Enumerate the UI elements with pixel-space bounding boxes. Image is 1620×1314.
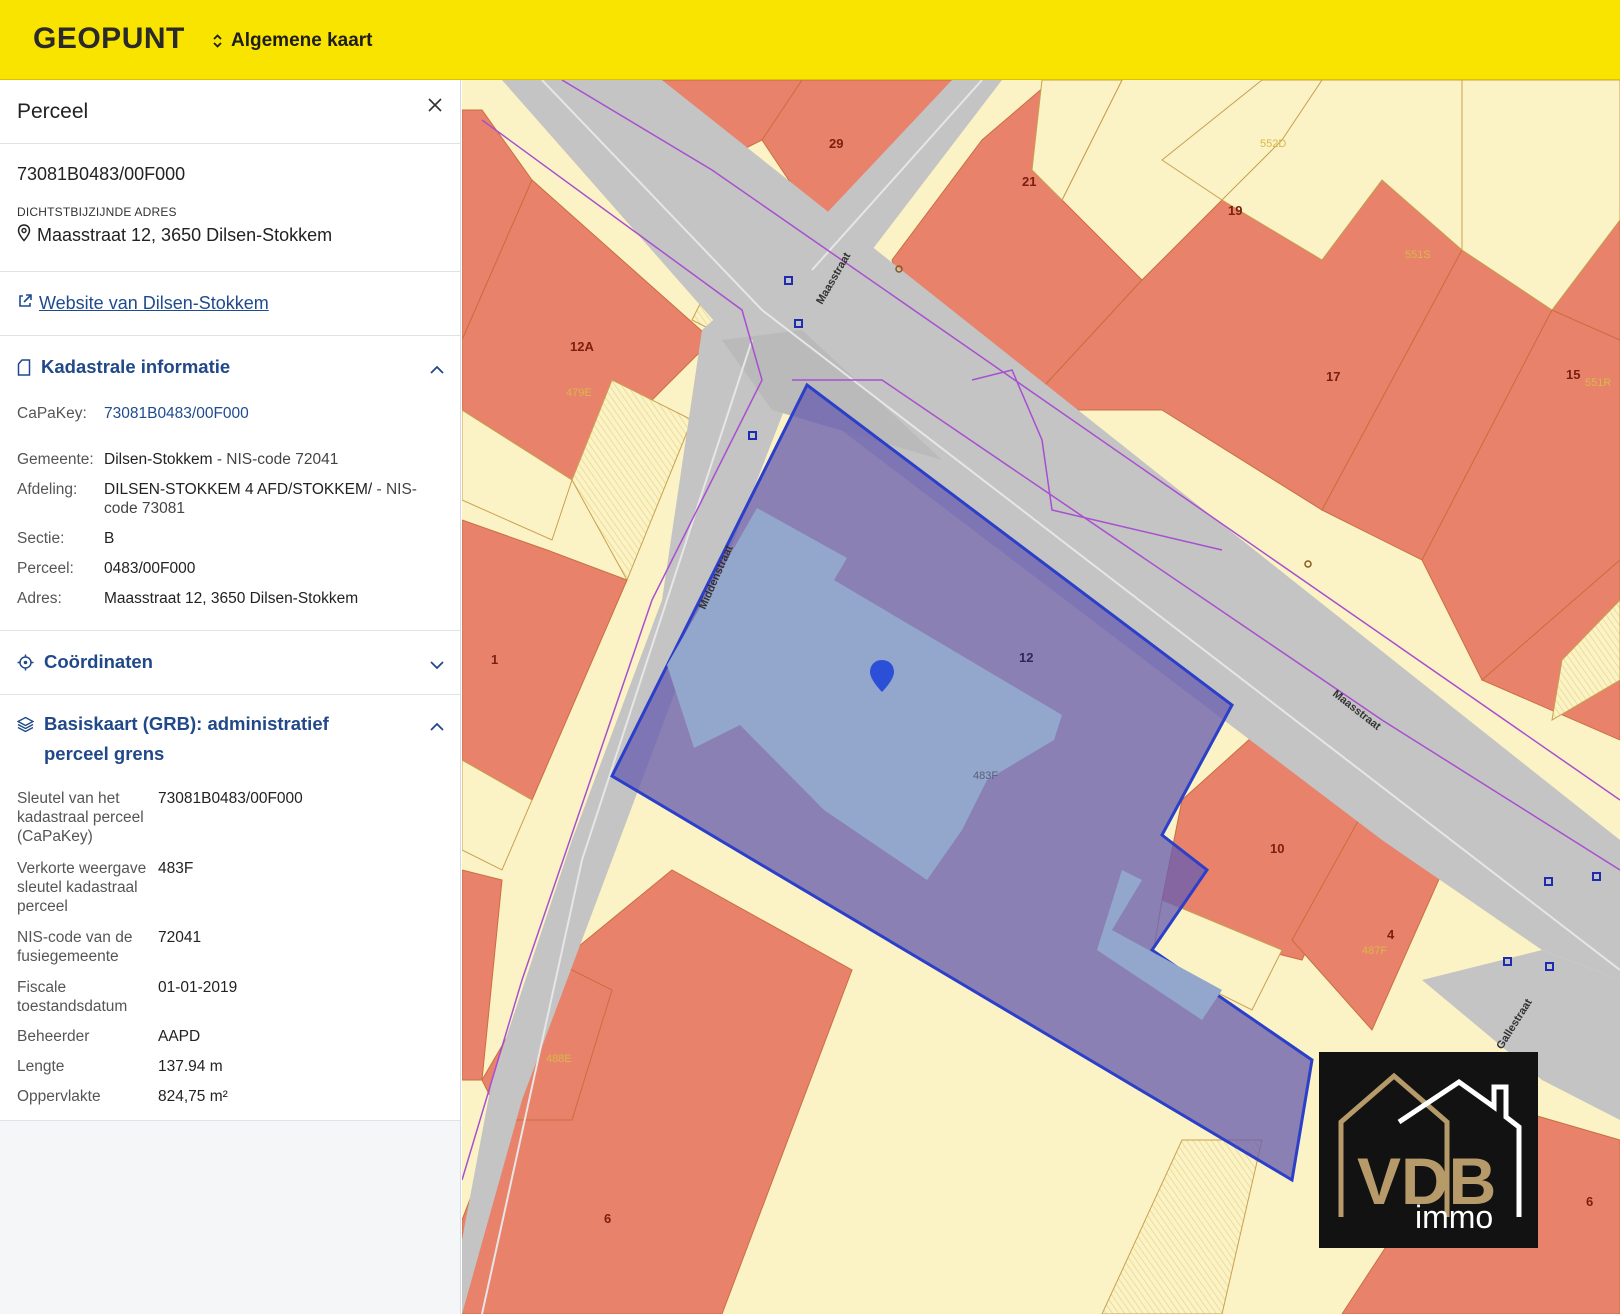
grb-row-label: Oppervlakte (17, 1088, 101, 1105)
parcel-code: 488E (546, 1053, 572, 1065)
capakey-link[interactable]: 73081B0483/00F000 (104, 404, 443, 423)
gemeente-value: Dilsen-Stokkem (104, 451, 213, 468)
chevron-down-icon[interactable] (430, 657, 444, 675)
house-number: 4 (1387, 927, 1395, 942)
grb-row: Fiscale toestandsdatum 01-01-2019 (0, 978, 460, 1016)
parcel-id: 73081B0483/00F000 (17, 164, 186, 184)
layers-icon (16, 716, 35, 738)
website-section: Website van Dilsen-Stokkem (0, 272, 460, 336)
external-link-icon (17, 293, 33, 314)
adres-label: Adres: (17, 590, 62, 607)
grb-header[interactable]: Basiskaart (GRB): administratief perceel… (0, 709, 460, 769)
close-icon[interactable] (422, 92, 448, 118)
afdeling-value: DILSEN-STOKKEM 4 AFD/STOKKEM/ (104, 481, 373, 498)
perceel-row: Perceel: 0483/00F000 (0, 559, 460, 578)
kadastrale-header[interactable]: Kadastrale informatie (0, 352, 460, 382)
gemeente-label: Gemeente: (17, 451, 94, 468)
logo-sub: immo (1415, 1199, 1493, 1235)
capakey-label: CaPaKey: (17, 405, 87, 422)
house-number: 6 (604, 1211, 611, 1226)
coordinaten-header[interactable]: Coördinaten (0, 647, 460, 677)
parcel-panel: Perceel 73081B0483/00F000 DICHTSTBIJZIJN… (0, 80, 460, 1121)
parcel-summary: 73081B0483/00F000 DICHTSTBIJZIJNDE ADRES… (0, 144, 460, 272)
sectie-label: Sectie: (17, 530, 65, 547)
house-number: 21 (1022, 174, 1036, 189)
grb-row-value: 01-01-2019 (158, 979, 238, 996)
vdb-immo-logo: VDB immo (1319, 1052, 1538, 1248)
parcel-code: 552D (1260, 138, 1286, 150)
parcel-code: 479E (566, 387, 592, 399)
grb-row: Lengte 137.94 m (0, 1057, 460, 1076)
adres-value: Maasstraat 12, 3650 Dilsen-Stokkem (104, 590, 359, 607)
house-number: 19 (1228, 203, 1242, 218)
coordinaten-title: Coördinaten (44, 651, 153, 672)
map-selector-label: Algemene kaart (231, 30, 373, 51)
house-number: 29 (829, 136, 843, 151)
chevron-up-icon[interactable] (430, 718, 444, 736)
house-number: 6 (1586, 1194, 1593, 1209)
grb-title: Basiskaart (GRB): administratief perceel… (44, 713, 329, 764)
app-logo[interactable]: GEOPUNT (33, 22, 185, 56)
grb-attribute-list: Sleutel van het kadastraal perceel (CaPa… (0, 789, 460, 1106)
grb-row: Oppervlakte 824,75 m² (0, 1087, 460, 1106)
kadastrale-section: Kadastrale informatie CaPaKey: 73081B048… (0, 336, 460, 631)
sectie-value: B (104, 530, 115, 547)
grb-row: Sleutel van het kadastraal perceel (CaPa… (0, 789, 460, 846)
house-number: 12 (1019, 650, 1033, 665)
gemeente-row: Gemeente: Dilsen-Stokkem - NIS-code 7204… (0, 450, 460, 469)
parcel-code: 551R (1585, 377, 1611, 389)
afdeling-row: Afdeling: DILSEN-STOKKEM 4 AFD/STOKKEM/ … (0, 480, 460, 518)
perceel-value: 0483/00F000 (104, 560, 196, 577)
updown-chevron-icon (212, 33, 223, 49)
grb-row-label: Lengte (17, 1058, 65, 1075)
house-number: 15 (1566, 367, 1580, 382)
grb-row: Verkorte weergave sleutel kadastraal per… (0, 859, 460, 916)
grb-row: Beheerder AAPD (0, 1027, 460, 1046)
kadastrale-title: Kadastrale informatie (41, 356, 231, 377)
perceel-label: Perceel: (17, 560, 74, 577)
afdeling-label: Afdeling: (17, 481, 78, 498)
house-number: 1 (491, 652, 498, 667)
grb-row-value: 72041 (158, 929, 202, 946)
adres-row: Adres: Maasstraat 12, 3650 Dilsen-Stokke… (0, 589, 460, 608)
grb-section: Basiskaart (GRB): administratief perceel… (0, 695, 460, 1121)
panel-header: Perceel (0, 80, 460, 144)
map-selector[interactable]: Algemene kaart (212, 30, 373, 52)
house-number: 17 (1326, 369, 1340, 384)
grb-row-label: NIS-code van de fusiegemeente (17, 929, 133, 965)
grb-row-label: Beheerder (17, 1028, 90, 1045)
coordinaten-section: Coördinaten (0, 631, 460, 695)
grb-row-value: AAPD (158, 1028, 201, 1045)
document-icon (17, 359, 31, 381)
grb-row: NIS-code van de fusiegemeente 72041 (0, 928, 460, 966)
grb-row-label: Fiscale toestandsdatum (17, 979, 128, 1015)
gemeente-nis: - NIS-code 72041 (212, 451, 339, 468)
parcel-code: 487F (1362, 945, 1387, 957)
info-sidebar: Perceel 73081B0483/00F000 DICHTSTBIJZIJN… (0, 80, 461, 1314)
grb-row-value: 73081B0483/00F000 (158, 790, 303, 807)
address-row: Maasstraat 12, 3650 Dilsen-Stokkem (17, 224, 443, 247)
parcel-code: 551S (1405, 249, 1431, 261)
grb-row-label: Verkorte weergave sleutel kadastraal per… (17, 860, 147, 915)
grb-row-value: 483F (158, 860, 194, 877)
top-bar: GEOPUNT Algemene kaart (0, 0, 1620, 80)
chevron-up-icon[interactable] (430, 361, 444, 379)
crosshair-icon (17, 654, 34, 676)
grb-row-label: Sleutel van het kadastraal perceel (CaPa… (17, 790, 144, 845)
grb-row-value: 824,75 m² (158, 1088, 228, 1105)
address-label: DICHTSTBIJZIJNDE ADRES (17, 205, 177, 219)
capakey-row: CaPaKey: 73081B0483/00F000 (0, 404, 460, 423)
parcel-code: 483F (973, 770, 998, 782)
website-link[interactable]: Website van Dilsen-Stokkem (39, 293, 269, 314)
house-number: 12A (570, 339, 594, 354)
sectie-row: Sectie: B (0, 529, 460, 548)
panel-title: Perceel (17, 100, 89, 123)
address-text: Maasstraat 12, 3650 Dilsen-Stokkem (37, 225, 333, 245)
location-pin-icon (17, 224, 31, 247)
house-number: 10 (1270, 841, 1284, 856)
grb-row-value: 137.94 m (158, 1058, 223, 1075)
